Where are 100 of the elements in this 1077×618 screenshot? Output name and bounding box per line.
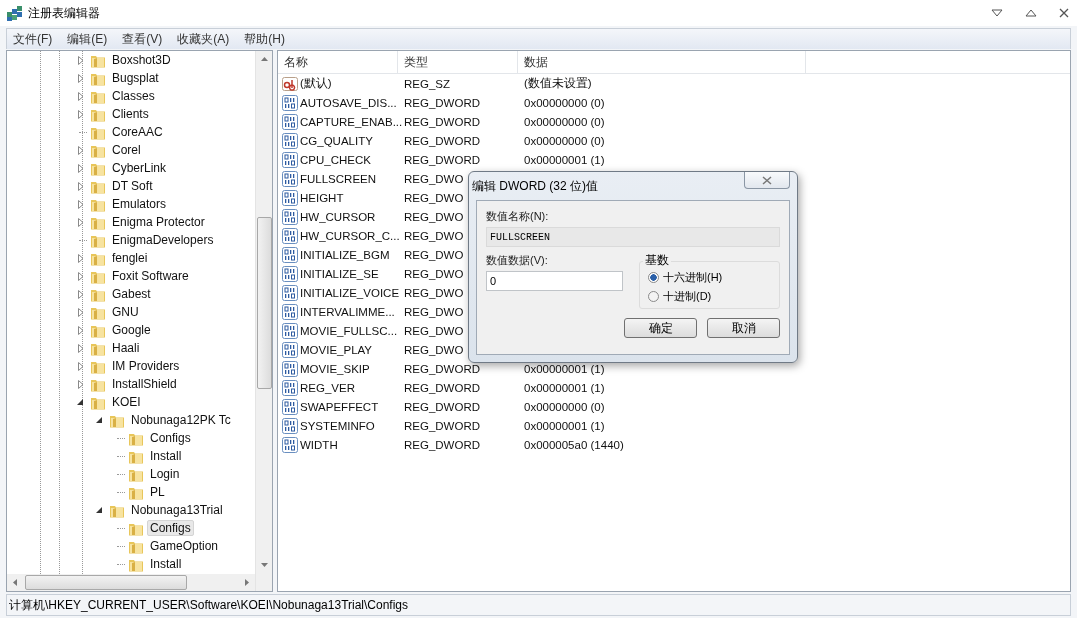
minimize-icon[interactable] xyxy=(991,9,1003,17)
menu-item[interactable]: 查看(V) xyxy=(122,30,163,48)
tree-item[interactable]: fenglei xyxy=(109,250,151,266)
expanded-arrow-icon[interactable] xyxy=(96,416,103,424)
radio-button[interactable] xyxy=(648,272,659,283)
tree-item[interactable]: Install xyxy=(147,448,185,464)
value-type: REG_DWORD xyxy=(404,419,481,432)
radio-button[interactable] xyxy=(648,291,659,302)
collapsed-arrow-icon[interactable] xyxy=(77,379,84,389)
column-header[interactable]: 类型 xyxy=(398,51,518,73)
value-data: 0x00000001 (1) xyxy=(524,362,605,375)
scrollbar-thumb[interactable] xyxy=(25,575,187,590)
binary-value-icon xyxy=(282,341,298,358)
collapsed-arrow-icon[interactable] xyxy=(77,73,84,83)
menu-item[interactable]: 文件(F) xyxy=(13,30,53,48)
radio-label[interactable]: 十进制(D) xyxy=(663,289,712,304)
value-name-field[interactable]: FULLSCREEN xyxy=(486,227,780,247)
binary-value-icon xyxy=(282,132,298,149)
value-name: HW_CURSOR xyxy=(300,210,376,223)
tree-item[interactable]: Install xyxy=(147,556,185,572)
collapsed-arrow-icon[interactable] xyxy=(77,343,84,353)
binary-value-icon xyxy=(282,113,298,130)
dialog-button[interactable]: 确定 xyxy=(624,318,697,338)
field-label: 数值数据(V): xyxy=(486,253,549,268)
dialog-button[interactable]: 取消 xyxy=(707,318,780,338)
value-type: REG_DWORD xyxy=(404,381,481,394)
tree-item[interactable]: Configs xyxy=(147,520,194,536)
tree-item[interactable]: Login xyxy=(147,466,183,482)
expanded-arrow-icon[interactable] xyxy=(96,506,103,514)
tree-item[interactable]: Bugsplat xyxy=(109,70,162,86)
value-type: REG_DWORD xyxy=(404,438,481,451)
tree-item[interactable]: Clients xyxy=(109,106,152,122)
scroll-right-arrow-icon[interactable] xyxy=(245,579,249,586)
tree-item[interactable]: Emulators xyxy=(109,196,170,212)
close-button[interactable] xyxy=(744,172,790,189)
value-type: REG_DWO xyxy=(404,305,464,318)
value-name: MOVIE_PLAY xyxy=(300,343,372,356)
tree-item[interactable]: Google xyxy=(109,322,154,338)
collapsed-arrow-icon[interactable] xyxy=(77,289,84,299)
column-header[interactable]: 数据 xyxy=(518,51,806,73)
tree-item[interactable]: GNU xyxy=(109,304,142,320)
tree-item[interactable]: Boxshot3D xyxy=(109,52,174,68)
close-icon[interactable] xyxy=(1059,8,1069,18)
collapsed-arrow-icon[interactable] xyxy=(77,145,84,155)
collapsed-arrow-icon[interactable] xyxy=(77,253,84,263)
tree-item[interactable]: CyberLink xyxy=(109,160,170,176)
binary-value-icon xyxy=(282,265,298,282)
collapsed-arrow-icon[interactable] xyxy=(77,109,84,119)
collapsed-arrow-icon[interactable] xyxy=(77,163,84,173)
collapsed-arrow-icon[interactable] xyxy=(77,271,84,281)
collapsed-arrow-icon[interactable] xyxy=(77,55,84,65)
horizontal-scrollbar[interactable] xyxy=(7,574,255,591)
collapsed-arrow-icon[interactable] xyxy=(77,199,84,209)
scroll-down-arrow-icon[interactable] xyxy=(260,563,268,567)
tree-item[interactable]: PL xyxy=(147,484,168,500)
collapsed-arrow-icon[interactable] xyxy=(77,361,84,371)
tree-item[interactable]: CoreAAC xyxy=(109,124,166,140)
collapsed-arrow-icon[interactable] xyxy=(77,217,84,227)
tree-item[interactable]: Configs xyxy=(147,430,194,446)
tree-item[interactable]: IM Providers xyxy=(109,358,183,374)
tree-item[interactable]: DT Soft xyxy=(109,178,156,194)
tree-item[interactable]: Foxit Software xyxy=(109,268,192,284)
value-name: HEIGHT xyxy=(300,191,344,204)
tree-item[interactable]: Classes xyxy=(109,88,158,104)
tree-item[interactable]: GameOption xyxy=(147,538,222,554)
collapsed-arrow-icon[interactable] xyxy=(77,325,84,335)
scroll-left-arrow-icon[interactable] xyxy=(13,579,17,586)
collapsed-arrow-icon[interactable] xyxy=(77,307,84,317)
tree-item[interactable]: EnigmaDevelopers xyxy=(109,232,217,248)
value-type: REG_DWORD xyxy=(404,96,481,109)
value-data-field[interactable]: 0 xyxy=(486,271,623,291)
value-name: CG_QUALITY xyxy=(300,134,373,147)
maximize-icon[interactable] xyxy=(1025,9,1037,17)
value-type: REG_DWO xyxy=(404,267,464,280)
value-type: REG_DWO xyxy=(404,286,464,299)
tree-item[interactable]: Nobunaga12PK Tc xyxy=(128,412,234,428)
tree-item[interactable]: Haali xyxy=(109,340,143,356)
tree-item[interactable]: InstallShield xyxy=(109,376,180,392)
value-name: SYSTEMINFO xyxy=(300,419,375,432)
value-type: REG_DWORD xyxy=(404,400,481,413)
column-header[interactable]: 名称 xyxy=(278,51,398,73)
binary-value-icon xyxy=(282,322,298,339)
vertical-scrollbar[interactable] xyxy=(255,51,272,591)
tree-item[interactable]: Corel xyxy=(109,142,144,158)
expanded-arrow-icon[interactable] xyxy=(77,398,84,406)
tree-item[interactable]: Enigma Protector xyxy=(109,214,208,230)
tree-item[interactable]: Gabest xyxy=(109,286,154,302)
menu-item[interactable]: 帮助(H) xyxy=(244,30,285,48)
scroll-up-arrow-icon[interactable] xyxy=(260,57,268,61)
scrollbar-thumb[interactable] xyxy=(256,217,272,389)
collapsed-arrow-icon[interactable] xyxy=(77,91,84,101)
value-name: REG_VER xyxy=(300,381,355,394)
radio-label[interactable]: 十六进制(H) xyxy=(663,270,723,285)
collapsed-arrow-icon[interactable] xyxy=(77,181,84,191)
menu-item[interactable]: 编辑(E) xyxy=(67,30,108,48)
value-name: CPU_CHECK xyxy=(300,153,371,166)
tree-item[interactable]: KOEI xyxy=(109,394,144,410)
menu-item[interactable]: 收藏夹(A) xyxy=(177,30,230,48)
tree-item[interactable]: Nobunaga13Trial xyxy=(128,502,226,518)
binary-value-icon xyxy=(282,94,298,111)
